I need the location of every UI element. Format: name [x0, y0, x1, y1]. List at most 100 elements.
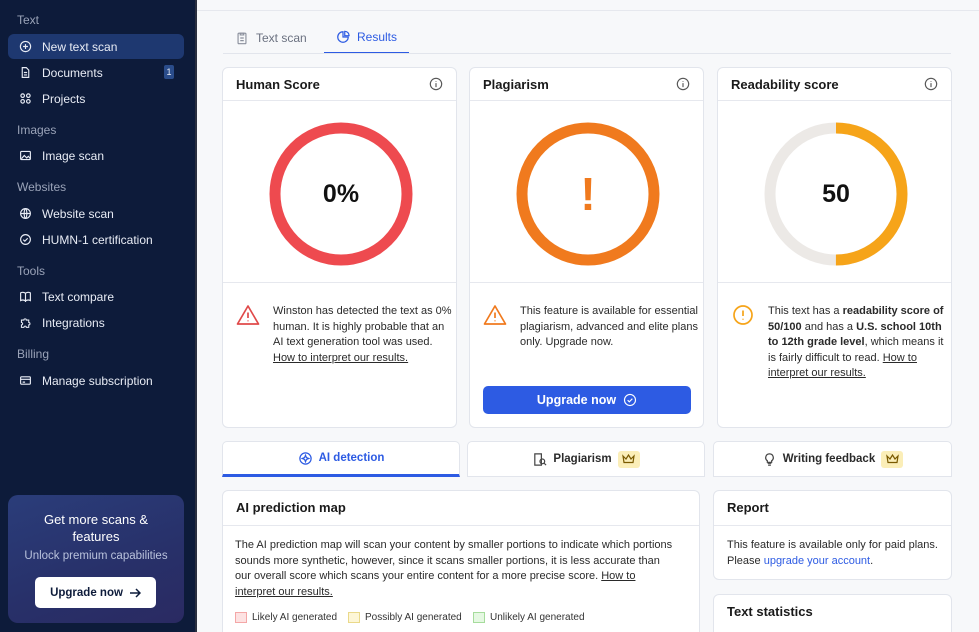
report-text: This feature is available only for paid … [727, 538, 942, 569]
sidebar-item-label: Image scan [42, 148, 105, 163]
image-icon [18, 149, 32, 163]
sidebar-item-manage-subscription[interactable]: Manage subscription [8, 368, 184, 393]
card-header-divider [718, 100, 951, 101]
readability-message: This text has a readability score of 50/… [768, 304, 948, 382]
sidebar-item-integrations[interactable]: Integrations [8, 310, 184, 335]
subtab-label: AI detection [318, 452, 385, 464]
sidebar-item-label: Website scan [42, 206, 114, 221]
sidebar-item-label: New text scan [42, 39, 118, 54]
documents-count-badge: 1 [164, 65, 174, 79]
report-card: Report This feature is available only fo… [713, 490, 952, 580]
sidebar-item-new-text-scan[interactable]: New text scan [8, 34, 184, 59]
card-title: Readability score [731, 77, 839, 92]
text-statistics-card: Text statistics [713, 594, 952, 632]
info-icon[interactable] [429, 77, 443, 91]
promo-title: Get more scans & features [43, 512, 149, 544]
legend-unlikely: Unlikely AI generated [473, 612, 585, 623]
sidebar: Text New text scan Documents 1 Projects … [0, 0, 197, 632]
warning-icon [236, 305, 260, 325]
card-title: Plagiarism [483, 77, 549, 92]
section-label-text: Text [17, 13, 40, 27]
card-divider [718, 282, 951, 283]
tab-text-scan[interactable]: Text scan [235, 22, 307, 54]
readability-msg-part: This text has a [768, 305, 843, 317]
sidebar-item-label: Documents [42, 65, 103, 80]
crown-icon [617, 450, 640, 468]
tab-ai-detection[interactable]: AI detection [222, 441, 460, 477]
grid-icon [18, 92, 32, 106]
credit-card-icon [18, 374, 32, 388]
upgrade-account-link[interactable]: upgrade your account [764, 555, 870, 567]
tab-results[interactable]: Results [324, 22, 409, 54]
lightbulb-icon [764, 452, 774, 466]
section-label-websites: Websites [17, 180, 67, 194]
section-label-billing: Billing [17, 347, 50, 361]
tab-writing-feedback[interactable]: Writing feedback [713, 441, 952, 477]
clipboard-icon [237, 32, 247, 45]
card-header-divider [223, 100, 456, 101]
human-score-message: Winston has detected the text as 0% huma… [273, 304, 453, 366]
book-icon [18, 290, 32, 304]
upgrade-button-label: Upgrade now [536, 393, 617, 407]
readability-msg-part: and has a [801, 320, 857, 333]
tab-label: Text scan [256, 31, 307, 45]
promo-subtitle: Unlock premium capabilities [24, 550, 168, 562]
readability-score-value: 50 [822, 179, 850, 208]
crown-icon [881, 450, 904, 468]
sidebar-item-image-scan[interactable]: Image scan [8, 143, 184, 168]
section-label-images: Images [17, 123, 57, 137]
check-circle-icon [18, 233, 32, 247]
readability-card: Readability score 50 This text has a rea… [717, 67, 952, 428]
report-end: . [870, 554, 874, 567]
card-divider [223, 282, 456, 283]
sidebar-item-label: Text compare [42, 289, 115, 304]
interpret-results-link[interactable]: How to interpret our results. [273, 352, 408, 364]
globe-icon [18, 207, 32, 221]
check-circle-icon [623, 393, 637, 407]
sidebar-item-label: Integrations [42, 315, 105, 330]
sidebar-item-text-compare[interactable]: Text compare [8, 284, 184, 309]
top-divider [197, 10, 979, 11]
tab-plagiarism[interactable]: Plagiarism [467, 441, 705, 477]
subtab-label: Writing feedback [782, 453, 876, 465]
legend-likely: Likely AI generated [235, 612, 337, 623]
card-title: Human Score [236, 77, 320, 92]
upgrade-promo-card: Get more scans & features Unlock premium… [8, 495, 184, 623]
legend-possibly: Possibly AI generated [348, 612, 462, 623]
plagiarism-message: This feature is available for essential … [520, 305, 698, 348]
plagiarism-upgrade-button[interactable]: Upgrade now [483, 386, 691, 414]
card-divider [470, 282, 703, 283]
card-header-divider [714, 525, 951, 526]
card-title: AI prediction map [236, 500, 346, 515]
document-icon [18, 66, 32, 80]
sidebar-item-label: HUMN-1 certification [42, 232, 153, 247]
sidebar-item-documents[interactable]: Documents 1 [8, 60, 184, 85]
prediction-map-description: The AI prediction map will scan your con… [235, 538, 675, 600]
card-title: Text statistics [727, 604, 813, 619]
tabs-divider [223, 53, 951, 54]
human-score-card: Human Score 0% Winston has detected the … [222, 67, 457, 428]
info-icon[interactable] [676, 77, 690, 91]
subtab-label: Plagiarism [553, 453, 612, 465]
legend-label: Possibly AI generated [365, 612, 462, 623]
pie-chart-icon [337, 30, 350, 43]
ai-scan-icon [298, 451, 312, 465]
info-icon[interactable] [924, 77, 938, 91]
legend-label: Likely AI generated [252, 612, 338, 623]
alert-circle-icon [733, 305, 753, 325]
document-search-icon [534, 452, 547, 466]
legend-swatch [348, 612, 360, 623]
sidebar-item-website-scan[interactable]: Website scan [8, 201, 184, 226]
section-label-tools: Tools [17, 264, 46, 278]
plus-circle-icon [18, 40, 32, 54]
sidebar-item-label: Projects [42, 91, 86, 106]
human-score-message-text: Winston has detected the text as 0% huma… [273, 305, 452, 348]
legend-swatch [235, 612, 247, 623]
sidebar-item-projects[interactable]: Projects [8, 86, 184, 111]
human-score-value: 0% [322, 179, 360, 208]
promo-upgrade-button[interactable]: Upgrade now [35, 577, 156, 608]
plagiarism-alert-value: ! [580, 168, 596, 220]
card-header-divider [470, 100, 703, 101]
sidebar-item-humn-certification[interactable]: HUMN-1 certification [8, 227, 184, 252]
puzzle-icon [18, 316, 32, 330]
